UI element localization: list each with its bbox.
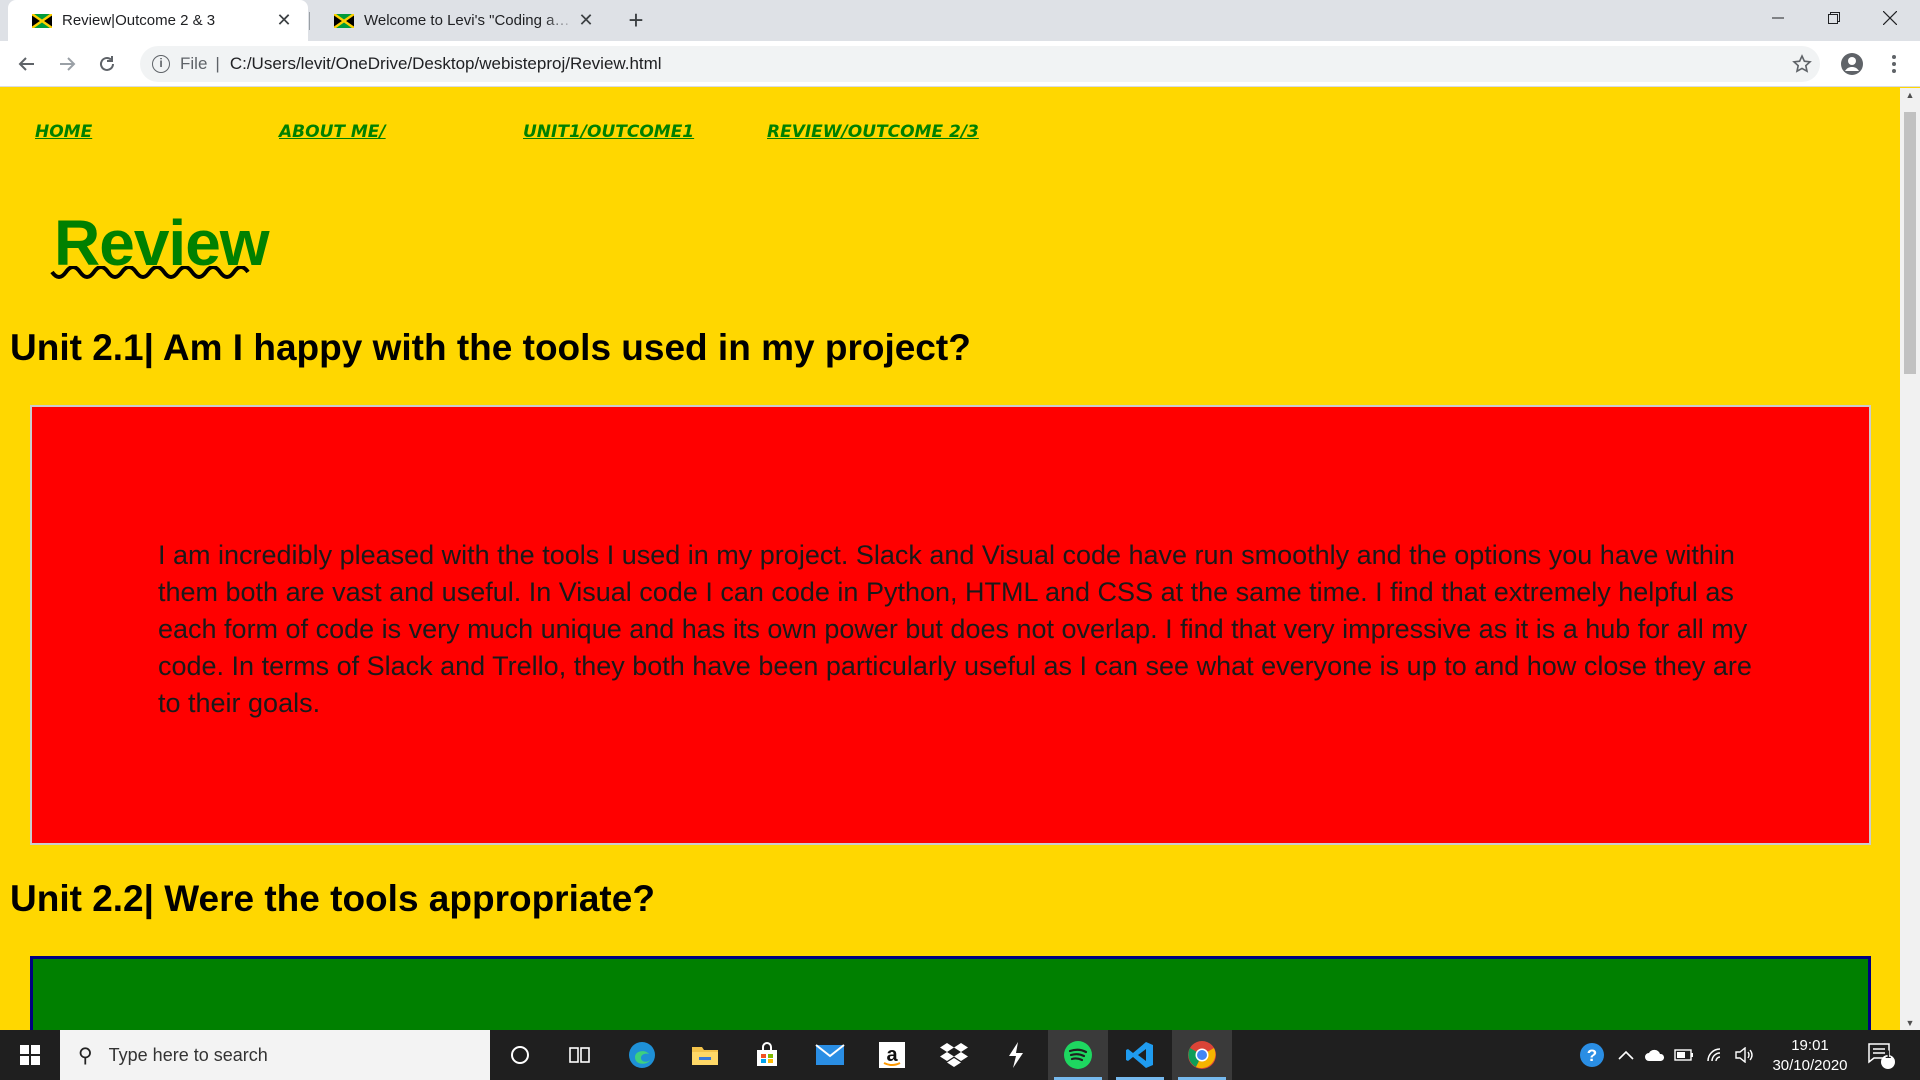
wifi-icon[interactable] (1706, 1030, 1726, 1080)
section-heading-unit-2-1: Unit 2.1| Am I happy with the tools used… (10, 327, 971, 368)
tab-close-icon[interactable]: ✕ (576, 10, 596, 31)
chevron-up-icon[interactable] (1618, 1030, 1634, 1080)
spellcheck-squiggle (50, 266, 250, 279)
jamaica-flag-icon (32, 13, 52, 28)
site-nav: HOME ABOUT ME/ UNIT1/OUTCOME1 REVIEW/OUT… (0, 122, 1900, 152)
section-heading-unit-2-2: Unit 2.2| Were the tools appropriate? (10, 878, 655, 919)
tab-strip: Review|Outcome 2 & 3 ✕ Welcome to Levi's… (0, 0, 1920, 41)
mail-icon[interactable] (800, 1030, 860, 1080)
address-bar[interactable]: i File | C:/Users/levit/OneDrive/Desktop… (140, 46, 1820, 82)
tab-review[interactable]: Review|Outcome 2 & 3 ✕ (8, 0, 308, 41)
scroll-down-icon[interactable]: ▼ (1900, 1018, 1920, 1028)
reload-icon[interactable] (93, 50, 121, 78)
close-window-icon[interactable] (1862, 0, 1918, 36)
scrollbar-thumb[interactable] (1904, 112, 1916, 374)
chrome-icon[interactable] (1172, 1030, 1232, 1080)
help-icon[interactable]: ? (1578, 1030, 1606, 1080)
nav-link-about-me[interactable]: ABOUT ME/ (279, 122, 386, 142)
clock-time: 19:01 (1791, 1037, 1829, 1054)
battery-icon[interactable] (1674, 1030, 1694, 1080)
dropbox-icon[interactable] (924, 1030, 984, 1080)
answer-text-unit-2-1: I am incredibly pleased with the tools I… (158, 540, 1752, 718)
page-scrollbar[interactable]: ▲ ▼ (1900, 88, 1920, 1030)
onedrive-cloud-icon[interactable] (1644, 1030, 1666, 1080)
store-icon[interactable] (737, 1030, 797, 1080)
taskbar-search-placeholder: Type here to search (108, 1044, 268, 1065)
taskbar-search-box[interactable]: ⚲ Type here to search (60, 1030, 490, 1080)
address-scheme: File (180, 54, 208, 73)
tab-welcome[interactable]: Welcome to Levi's "Coding and Computing"… (310, 0, 610, 41)
edge-icon[interactable] (612, 1030, 672, 1080)
taskbar-clock[interactable]: 19:01 30/10/2020 (1760, 1036, 1860, 1076)
tab-close-icon[interactable]: ✕ (274, 10, 294, 31)
slack-bolt-icon[interactable] (986, 1030, 1046, 1080)
bookmark-star-icon[interactable] (1788, 50, 1816, 78)
volume-icon[interactable] (1734, 1030, 1754, 1080)
new-tab-button[interactable]: + (622, 6, 650, 34)
search-icon: ⚲ (78, 1044, 93, 1067)
file-explorer-icon[interactable] (675, 1030, 735, 1080)
svg-text:?: ? (1587, 1046, 1597, 1065)
minimize-icon[interactable] (1750, 0, 1806, 36)
amazon-icon[interactable]: a (862, 1030, 922, 1080)
svg-text:a: a (886, 1044, 898, 1066)
restore-icon[interactable] (1806, 0, 1862, 36)
profile-avatar-icon[interactable] (1838, 50, 1866, 78)
cortana-icon[interactable] (490, 1030, 550, 1080)
browser-toolbar: i File | C:/Users/levit/OneDrive/Desktop… (0, 41, 1920, 87)
page-viewport: HOME ABOUT ME/ UNIT1/OUTCOME1 REVIEW/OUT… (0, 88, 1900, 1030)
forward-arrow-icon[interactable] (53, 50, 81, 78)
menu-kebab-icon[interactable] (1880, 50, 1908, 78)
task-view-icon[interactable] (550, 1030, 610, 1080)
action-center-icon[interactable]: 1 (1866, 1030, 1896, 1080)
nav-link-home[interactable]: HOME (35, 122, 92, 142)
jamaica-flag-icon (334, 13, 354, 28)
vscode-icon[interactable] (1110, 1030, 1170, 1080)
clock-date: 30/10/2020 (1772, 1057, 1848, 1074)
answer-box-unit-2-1: I am incredibly pleased with the tools I… (30, 405, 1871, 845)
tab-title: Review|Outcome 2 & 3 (62, 12, 216, 29)
windows-taskbar: ⚲ Type here to search a ? 19:01 30/10/20… (0, 1030, 1920, 1080)
address-divider: | (215, 54, 220, 73)
notification-badge: 1 (1884, 1049, 1892, 1061)
answer-box-unit-2-2 (30, 956, 1871, 1030)
tab-title: Welcome to Levi's "Coding and Computing" (364, 12, 576, 29)
scroll-up-icon[interactable]: ▲ (1900, 90, 1920, 100)
spotify-icon[interactable] (1048, 1030, 1108, 1080)
info-icon[interactable]: i (152, 55, 170, 73)
nav-link-unit1-outcome1[interactable]: UNIT1/OUTCOME1 (523, 122, 694, 142)
back-arrow-icon[interactable] (13, 50, 41, 78)
nav-link-review-outcome[interactable]: REVIEW/OUTCOME 2/3 (767, 122, 979, 142)
windows-start-icon[interactable] (0, 1030, 60, 1080)
address-url: C:/Users/levit/OneDrive/Desktop/webistep… (229, 54, 662, 73)
